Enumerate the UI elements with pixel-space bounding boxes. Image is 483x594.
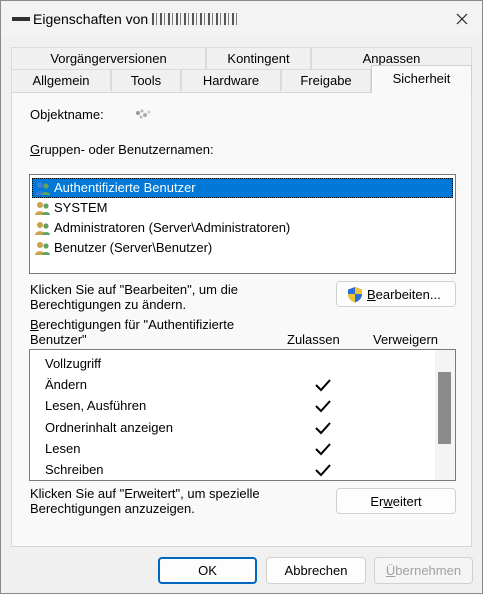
column-deny: Verweigern [373, 332, 439, 347]
permission-row: Lesen, Ausführen [30, 396, 435, 417]
advanced-button[interactable]: Erweitert [336, 488, 456, 514]
tab-vorgaengerversionen[interactable]: Vorgängerversionen [11, 47, 206, 69]
permission-row: Vollzugriff [45, 356, 102, 371]
title-bar[interactable]: Eigenschaften von [1, 1, 482, 37]
tab-kontingent[interactable]: Kontingent [206, 47, 311, 69]
tab-freigabe[interactable]: Freigabe [281, 69, 371, 91]
permissions-label-line1: Berechtigungen für "Authentifizierte [30, 317, 235, 332]
apply-button[interactable]: Übernehmen [374, 557, 473, 584]
window-title: Eigenschaften von [33, 11, 241, 27]
close-button[interactable] [449, 7, 475, 31]
cancel-button[interactable]: Abbrechen [266, 557, 366, 584]
list-item[interactable]: Administratoren (Server\Administratoren) [32, 218, 453, 238]
list-item[interactable]: Benutzer (Server\Benutzer) [32, 238, 453, 258]
advanced-button-label: Erweitert [370, 494, 422, 509]
security-panel: Objektname: Gruppen- oder Benutzernamen:… [11, 92, 472, 547]
edit-button[interactable]: Bearbeiten... [336, 281, 456, 307]
uac-shield-icon [348, 287, 362, 303]
allow-checkmark-icon [315, 379, 331, 392]
edit-hint-line2: Berechtigungen zu ändern. [30, 297, 187, 312]
allow-checkmark-icon [315, 422, 331, 435]
allow-checkmark-icon [315, 400, 331, 413]
obscured-object-name [152, 13, 241, 25]
permission-row: Schreiben [30, 460, 435, 480]
edit-hint-line1: Klicken Sie auf "Bearbeiten", um die [30, 282, 238, 297]
advanced-hint-line1: Klicken Sie auf "Erweitert", um speziell… [30, 486, 260, 501]
permission-row: Ordnerinhalt anzeigen [30, 418, 435, 439]
users-icon [35, 182, 50, 195]
drive-icon [12, 13, 30, 25]
allow-checkmark-icon [315, 464, 331, 477]
users-icon [35, 202, 50, 215]
edit-button-label: Bearbeiten... [367, 287, 441, 302]
object-name-value-obscured [136, 109, 151, 119]
tab-strip: Vorgängerversionen Kontingent Anpassen A… [11, 45, 472, 93]
users-icon [35, 242, 50, 255]
ok-button[interactable]: OK [158, 557, 257, 584]
permissions-list[interactable]: Vollzugriff Ändern Lesen, Ausführen Ordn… [29, 349, 456, 481]
tab-tools[interactable]: Tools [111, 69, 181, 91]
permissions-label-line2: Benutzer" [30, 332, 87, 347]
properties-window: Eigenschaften von Vorgängerversionen Kon… [0, 0, 483, 594]
list-item[interactable]: SYSTEM [32, 198, 453, 218]
groups-label: Gruppen- oder Benutzernamen: [30, 142, 214, 157]
advanced-hint-line2: Berechtigungen anzuzeigen. [30, 501, 195, 516]
column-allow: Zulassen [287, 332, 340, 347]
scrollbar-thumb[interactable] [438, 372, 451, 444]
permissions-scrollbar[interactable] [435, 350, 455, 480]
object-name-label: Objektname: [30, 107, 104, 122]
users-icon [35, 222, 50, 235]
groups-list[interactable]: Authentifizierte Benutzer SYSTEM Adminis… [29, 174, 456, 274]
list-item[interactable]: Authentifizierte Benutzer [32, 178, 453, 198]
tab-allgemein[interactable]: Allgemein [11, 69, 111, 91]
allow-checkmark-icon [315, 443, 331, 456]
permission-row: Ändern [30, 375, 435, 396]
permission-row: Lesen [30, 439, 435, 460]
tab-sicherheit[interactable]: Sicherheit [371, 65, 472, 93]
tab-hardware[interactable]: Hardware [181, 69, 281, 91]
close-icon [456, 13, 468, 25]
